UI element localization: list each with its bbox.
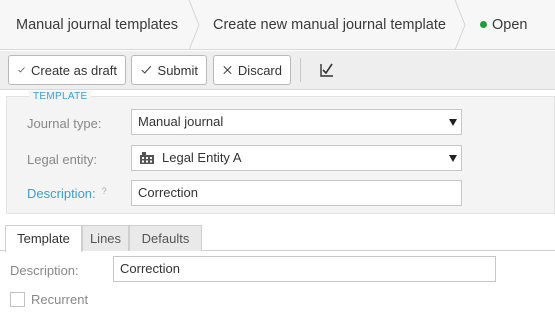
tab-lines[interactable]: Lines (82, 225, 129, 251)
chevron-separator-icon (188, 0, 200, 50)
chevron-separator-icon (454, 0, 466, 50)
dropdown-arrow-icon (445, 110, 461, 134)
breadcrumb: Manual journal templates Create new manu… (0, 0, 555, 50)
tab-defaults[interactable]: Defaults (129, 225, 202, 251)
legal-entity-value: Legal Entity A (162, 150, 242, 165)
status-dot-icon (480, 21, 487, 28)
legal-entity-select[interactable]: Legal Entity A (131, 145, 462, 171)
check-icon (18, 67, 25, 73)
description-label-text: Description: (27, 186, 96, 201)
recurrent-checkbox[interactable] (10, 292, 25, 307)
dropdown-arrow-icon (445, 146, 461, 170)
toolbar-divider (300, 58, 301, 82)
create-as-draft-label: Create as draft (31, 62, 117, 78)
description-label: Description:? (27, 186, 107, 201)
journal-type-label: Journal type: (27, 116, 102, 131)
check-icon (141, 65, 152, 74)
edit-check-icon[interactable] (316, 60, 336, 80)
recurrent-label: Recurrent (31, 292, 89, 307)
journal-type-value: Manual journal (138, 114, 224, 129)
submit-label: Submit (157, 62, 198, 78)
discard-label: Discard (237, 62, 282, 78)
status-label: Open (492, 17, 528, 33)
tab-description-field[interactable]: Correction (113, 256, 496, 282)
tab-bar: Template Lines Defaults (0, 225, 555, 252)
toolbar: Create as draft Submit Discard (0, 51, 555, 90)
template-section-title: TEMPLATE (29, 91, 92, 102)
discard-button[interactable]: Discard (213, 55, 291, 85)
tab-description-label: Description: (10, 263, 79, 278)
legal-entity-label: Legal entity: (27, 152, 98, 167)
template-section: TEMPLATE Journal type: Manual journal Le… (6, 91, 555, 214)
status-badge: Open (480, 0, 527, 50)
building-icon (140, 152, 154, 164)
help-icon[interactable]: ? (102, 186, 107, 196)
tab-template[interactable]: Template (5, 225, 82, 252)
tab-description-value: Correction (120, 261, 180, 276)
create-as-draft-button[interactable]: Create as draft (8, 55, 126, 85)
description-value: Correction (138, 185, 198, 200)
breadcrumb-item-create[interactable]: Create new manual journal template (213, 0, 446, 50)
breadcrumb-item-templates[interactable]: Manual journal templates (16, 0, 178, 50)
close-icon (223, 65, 232, 75)
journal-type-select[interactable]: Manual journal (131, 109, 462, 135)
submit-button[interactable]: Submit (131, 55, 207, 85)
description-field[interactable]: Correction (131, 180, 462, 206)
